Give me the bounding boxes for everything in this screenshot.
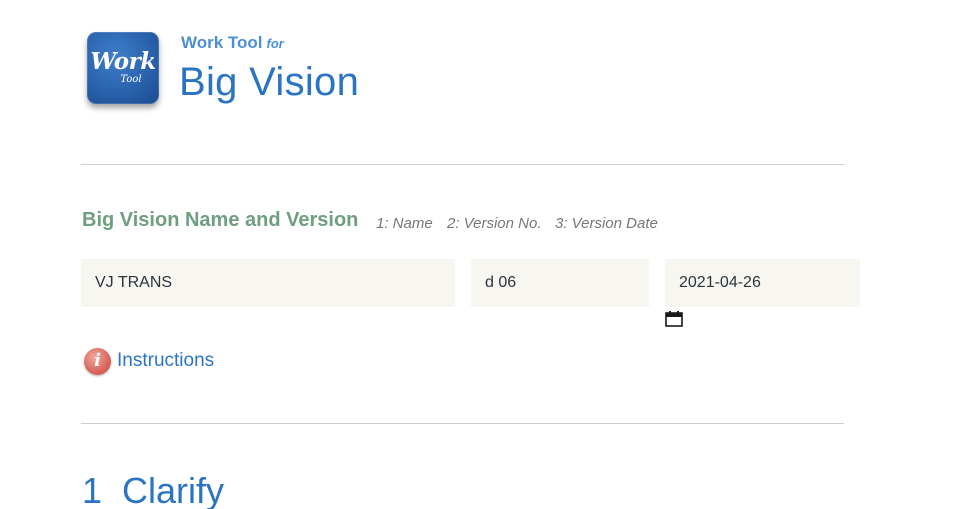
logo-sub-word: Tool: [120, 74, 142, 85]
app-subtitle-for: for: [266, 36, 284, 51]
step-title-text: Clarify: [122, 470, 225, 509]
info-icon-glyph: i: [94, 350, 101, 371]
hint-version-no: 2: Version No.: [447, 215, 542, 232]
page: Work Tool Work Tool for Big Vision Big Vi…: [0, 0, 977, 509]
work-tool-logo-icon: Work Tool: [82, 27, 166, 113]
app-subtitle-text: Work Tool: [181, 33, 263, 52]
hint-name: 1: Name: [376, 215, 433, 232]
version-date-input[interactable]: [665, 259, 860, 307]
hint-version-date: 3: Version Date: [555, 215, 658, 232]
logo-word: Work: [90, 48, 156, 75]
step-heading: 1 Clarify: [82, 470, 224, 509]
calendar-icon[interactable]: [665, 311, 683, 327]
info-icon[interactable]: i: [84, 348, 111, 375]
app-subtitle: Work Tool for: [181, 33, 284, 53]
page-title: Big Vision: [179, 60, 360, 104]
logo-tile: Work Tool: [87, 32, 159, 104]
header-divider: [81, 164, 844, 165]
step-number: 1: [82, 470, 103, 509]
version-number-input[interactable]: [471, 259, 649, 307]
section-heading: Big Vision Name and Version: [82, 209, 359, 231]
instructions-link[interactable]: Instructions: [117, 350, 214, 372]
section-divider: [81, 423, 844, 424]
name-input[interactable]: [81, 259, 455, 307]
